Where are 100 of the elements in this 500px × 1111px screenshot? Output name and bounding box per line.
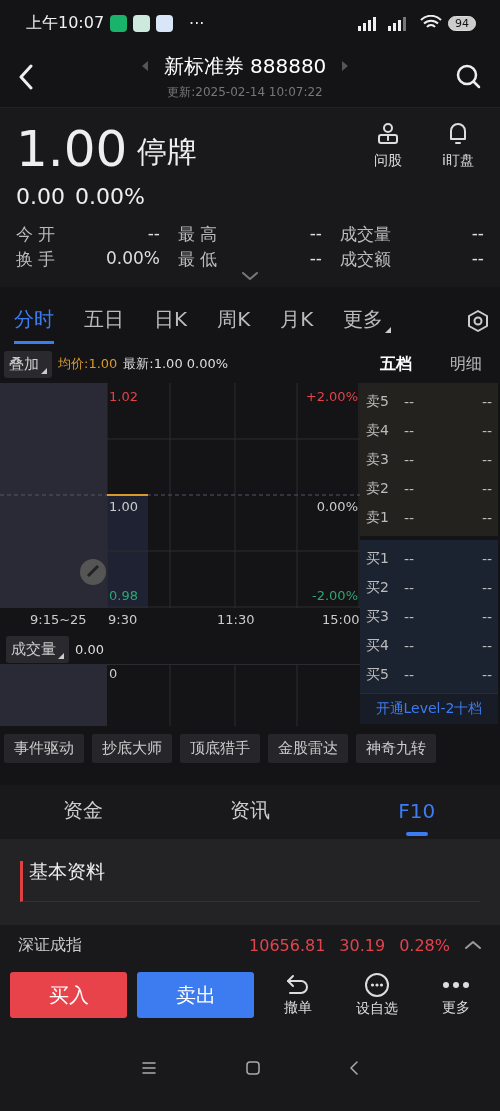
- tool-chip[interactable]: 抄底大师: [92, 734, 172, 763]
- level-volume: --: [481, 451, 492, 468]
- stat-value: --: [471, 223, 484, 245]
- level-price: --: [404, 579, 415, 596]
- stat-label: 成交额: [340, 248, 391, 271]
- settings-icon[interactable]: [466, 309, 490, 333]
- axis-label: +2.00%: [305, 389, 358, 404]
- level-price: --: [404, 550, 415, 567]
- stat-value: --: [147, 223, 160, 245]
- sell-button[interactable]: 卖出: [137, 972, 254, 1018]
- change-percent: 0.00%: [75, 184, 145, 209]
- overlay-dropdown[interactable]: 叠加: [4, 350, 52, 378]
- latest-price: 最新:1.00 0.00%: [123, 355, 229, 373]
- stat-label: 换 手: [16, 248, 56, 271]
- caret-icon: [41, 367, 47, 374]
- level-price: --: [404, 666, 415, 683]
- stat-value: --: [471, 248, 484, 270]
- section-heading: 基本资料: [20, 861, 480, 902]
- section-tab[interactable]: 资金: [0, 785, 167, 839]
- time-label: 9:30: [108, 612, 138, 627]
- level-name: 买5: [366, 665, 390, 684]
- buy-button[interactable]: 买入: [10, 972, 127, 1018]
- update-time: 更新:2025-02-14 10:07:22: [167, 83, 323, 101]
- level-volume: --: [481, 608, 492, 625]
- time-label: 11:30: [217, 612, 255, 627]
- axis-label: 0.98: [109, 588, 138, 603]
- level-volume: --: [481, 550, 492, 567]
- level-name: 买3: [366, 607, 390, 626]
- expand-icon[interactable]: [241, 271, 259, 281]
- level-volume: --: [481, 422, 492, 439]
- index-value: 10656.81: [249, 935, 326, 955]
- index-change-percent: 0.28%: [399, 935, 450, 955]
- axis-label: 0: [109, 666, 118, 681]
- order-book-tab[interactable]: 明细: [434, 349, 498, 379]
- stat-label: 成交量: [340, 223, 391, 246]
- level-name: 卖4: [366, 421, 390, 440]
- upgrade-link[interactable]: 开通Level-2十档: [360, 693, 498, 724]
- notification-more: ···: [189, 13, 205, 33]
- level-volume: --: [481, 509, 492, 526]
- axis-label: 1.02: [109, 389, 138, 404]
- stat-value: --: [309, 248, 322, 270]
- chart-tab[interactable]: 更多: [343, 298, 392, 344]
- tool-chip[interactable]: 事件驱动: [4, 734, 84, 763]
- level-name: 买1: [366, 549, 390, 568]
- next-icon[interactable]: [342, 61, 349, 71]
- time-label: 15:00: [322, 612, 360, 627]
- level-name: 卖2: [366, 479, 390, 498]
- level-price: --: [404, 393, 415, 410]
- time-label: 9:15~25: [30, 612, 87, 627]
- tool-chip[interactable]: 顶底猎手: [180, 734, 260, 763]
- battery-level: 94: [448, 15, 476, 31]
- back-icon[interactable]: [18, 63, 34, 90]
- trading-status: 停牌: [137, 133, 198, 171]
- chart-tab[interactable]: 五日: [84, 298, 124, 344]
- price-change: 0.00: [16, 184, 65, 209]
- trade-action-button[interactable]: 更多: [421, 972, 490, 1018]
- trade-action-button[interactable]: 撤单: [264, 972, 333, 1018]
- back-nav-icon[interactable]: [350, 1061, 358, 1075]
- previous-icon[interactable]: [141, 61, 148, 71]
- trade-action-button[interactable]: 设自选: [342, 971, 412, 1019]
- level-name: 卖1: [366, 508, 390, 527]
- index-name: 深证成指: [18, 934, 82, 956]
- index-change: 30.19: [339, 935, 386, 955]
- level-volume: --: [481, 393, 492, 410]
- quote-action-button[interactable]: i盯盘: [432, 122, 484, 170]
- chart-tab[interactable]: 月K: [280, 298, 314, 344]
- level-name: 卖5: [366, 392, 390, 411]
- chart-tab[interactable]: 周K: [217, 298, 251, 344]
- level-price: --: [404, 608, 415, 625]
- level-name: 卖3: [366, 450, 390, 469]
- stat-value: 0.00%: [106, 248, 160, 270]
- section-tab[interactable]: 资讯: [166, 785, 334, 839]
- tool-chip[interactable]: 神奇九转: [356, 734, 436, 763]
- level-volume: --: [481, 666, 492, 683]
- home-icon[interactable]: [246, 1061, 260, 1075]
- volume-value: 0.00: [75, 641, 104, 657]
- stat-label: 最 低: [178, 248, 218, 271]
- level-volume: --: [481, 480, 492, 497]
- level-price: --: [404, 451, 415, 468]
- level-volume: --: [481, 579, 492, 596]
- tool-chip[interactable]: 金股雷达: [268, 734, 348, 763]
- chart-tab[interactable]: 分时: [14, 298, 54, 344]
- stock-title: 新标准券 888880: [163, 52, 327, 80]
- level-name: 买4: [366, 636, 390, 655]
- menu-icon[interactable]: [142, 1062, 156, 1074]
- level-price: --: [404, 480, 415, 497]
- order-book-tab[interactable]: 五档: [364, 349, 428, 379]
- level-name: 买2: [366, 578, 390, 597]
- chart-tab[interactable]: 日K: [154, 298, 188, 344]
- quote-action-button[interactable]: 问股: [362, 122, 414, 170]
- level-price: --: [404, 422, 415, 439]
- stat-value: --: [309, 223, 322, 245]
- level-volume: --: [481, 637, 492, 654]
- average-price: 均价:1.00: [58, 355, 118, 373]
- search-icon[interactable]: [456, 63, 482, 90]
- caret-icon: [385, 327, 392, 333]
- expand-up-icon[interactable]: [464, 940, 482, 950]
- section-tab[interactable]: F10: [333, 785, 500, 839]
- volume-dropdown[interactable]: 成交量: [6, 635, 69, 663]
- level-price: --: [404, 509, 415, 526]
